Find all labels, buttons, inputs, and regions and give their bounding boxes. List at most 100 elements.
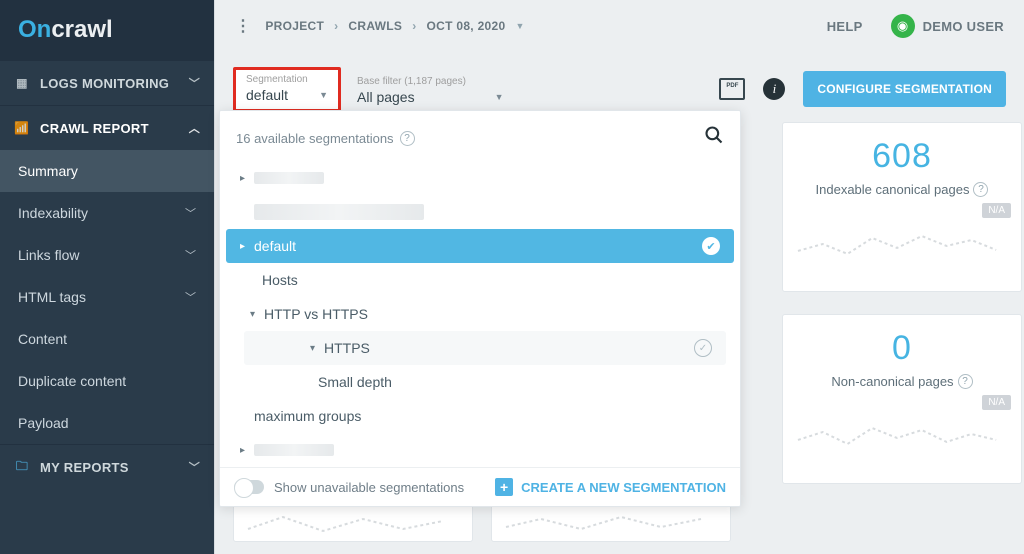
sidebar-item-html-tags[interactable]: HTML tags ﹀: [0, 276, 214, 318]
caret-down-icon: ▼: [319, 90, 328, 100]
topbar: ⋮ PROJECT › CRAWLS › OCT 08, 2020 ▼ HELP…: [215, 0, 1024, 52]
calendar-icon: ▦: [14, 76, 30, 90]
plus-icon: +: [495, 478, 513, 496]
avatar-icon: ◉: [891, 14, 915, 38]
user-menu[interactable]: ◉ DEMO USER: [891, 14, 1004, 38]
help-link[interactable]: HELP: [827, 19, 863, 34]
sidebar-section-crawl-report[interactable]: 📶 CRAWL REPORT ︿: [0, 105, 214, 150]
segmentation-item-label: maximum groups: [254, 408, 361, 424]
chevron-down-icon: ﹀: [185, 289, 196, 305]
bars-icon: 📶: [14, 121, 30, 135]
segmentation-item-maximum-groups[interactable]: maximum groups: [226, 399, 734, 433]
sidebar-section-label: LOGS MONITORING: [40, 76, 189, 91]
sidebar-item-summary[interactable]: Summary: [0, 150, 214, 192]
card-indexable-canonical[interactable]: 608 Indexable canonical pages ? N/A: [782, 122, 1022, 292]
segmentation-label: Segmentation: [246, 74, 328, 85]
segmentation-item-label: Small depth: [318, 374, 392, 390]
breadcrumb-date[interactable]: OCT 08, 2020: [426, 19, 505, 33]
segmentation-item-blurred[interactable]: ▸: [226, 433, 734, 467]
expand-icon: ▸: [240, 241, 254, 252]
sidebar-section-label: CRAWL REPORT: [40, 121, 189, 136]
selected-check-icon: ✔: [702, 237, 720, 255]
chevron-down-icon: ﹀: [185, 205, 196, 221]
show-unavailable-toggle[interactable]: [234, 480, 264, 494]
help-icon[interactable]: ?: [973, 182, 988, 197]
collapse-icon: ▾: [250, 309, 264, 320]
pdf-export-icon[interactable]: [719, 78, 745, 100]
sidebar-section-logs-monitoring[interactable]: ▦ LOGS MONITORING ﹀: [0, 60, 214, 105]
segmentation-item-label: HTTP vs HTTPS: [264, 306, 368, 322]
chevron-down-icon: ﹀: [189, 75, 200, 91]
base-filter-label: Base filter (1,187 pages): [357, 76, 504, 87]
sidebar-item-label: HTML tags: [18, 289, 86, 305]
topbar-right: HELP ◉ DEMO USER: [827, 14, 1004, 38]
sidebar-item-label: Indexability: [18, 205, 88, 221]
base-filter-value: All pages: [357, 89, 415, 105]
sidebar-item-content[interactable]: Content: [0, 318, 214, 360]
segmentation-dropdown-panel: 16 available segmentations ? ▸ ▸ default…: [219, 110, 741, 507]
create-segmentation-link[interactable]: + CREATE A NEW SEGMENTATION: [495, 478, 726, 496]
sidebar-section-label: MY REPORTS: [40, 460, 189, 475]
sidebar-item-label: Summary: [18, 163, 78, 179]
segmentation-item-label: HTTPS: [324, 340, 370, 356]
sidebar-item-label: Duplicate content: [18, 373, 126, 389]
main-content: ⋮ PROJECT › CRAWLS › OCT 08, 2020 ▼ HELP…: [214, 0, 1024, 554]
breadcrumb: ⋮ PROJECT › CRAWLS › OCT 08, 2020 ▼: [235, 16, 525, 36]
sidebar-item-label: Content: [18, 331, 67, 347]
card-value: 608: [872, 137, 932, 176]
segmentation-item-label: default: [254, 238, 296, 254]
sparkline-chart: [793, 418, 1011, 452]
sidebar-item-label: Payload: [18, 415, 69, 431]
content-area: Segmentation default ▼ Base filter (1,18…: [215, 52, 1024, 554]
sidebar-item-label: Links flow: [18, 247, 79, 263]
segmentation-item-default[interactable]: ▸ default ✔: [226, 229, 734, 263]
sparkline-chart: [793, 226, 1011, 260]
expand-icon: ▸: [240, 173, 254, 184]
card-hidden: [233, 502, 473, 542]
sidebar-item-duplicate-content[interactable]: Duplicate content: [0, 360, 214, 402]
breadcrumb-crawls[interactable]: CRAWLS: [348, 19, 402, 33]
card-non-canonical[interactable]: 0 Non-canonical pages ? N/A: [782, 314, 1022, 484]
na-badge: N/A: [982, 203, 1011, 218]
sidebar-item-payload[interactable]: Payload: [0, 402, 214, 444]
card-title: Indexable canonical pages: [816, 182, 970, 197]
breadcrumb-project[interactable]: PROJECT: [265, 19, 324, 33]
logo[interactable]: Oncrawl: [0, 0, 214, 60]
base-filter-selector[interactable]: Base filter (1,187 pages) All pages ▼: [351, 74, 504, 105]
card-title: Non-canonical pages: [831, 374, 953, 389]
segmentation-item-https[interactable]: ▾HTTPS✓: [244, 331, 726, 365]
expand-icon: ▸: [240, 445, 254, 456]
segmentation-item-label: Hosts: [262, 272, 298, 288]
na-badge: N/A: [982, 395, 1011, 410]
chevron-up-icon: ︿: [189, 120, 200, 136]
chevron-right-icon: ›: [334, 19, 338, 33]
folder-icon: 🗀: [14, 457, 30, 478]
caret-down-icon[interactable]: ▼: [515, 21, 524, 31]
create-segmentation-label: CREATE A NEW SEGMENTATION: [521, 480, 726, 495]
sidebar-item-links-flow[interactable]: Links flow ﹀: [0, 234, 214, 276]
segmentation-item-hosts[interactable]: Hosts: [226, 263, 734, 297]
segmentation-value: default: [246, 87, 288, 103]
chevron-down-icon: ﹀: [189, 459, 200, 475]
segmentation-item-http-vs-https[interactable]: ▾HTTP vs HTTPS: [226, 297, 734, 331]
kebab-menu-icon[interactable]: ⋮: [235, 16, 255, 36]
segmentation-selector[interactable]: Segmentation default ▼: [233, 67, 341, 112]
configure-segmentation-button[interactable]: CONFIGURE SEGMENTATION: [803, 71, 1006, 107]
sidebar-section-my-reports[interactable]: 🗀 MY REPORTS ﹀: [0, 444, 214, 489]
sidebar: Oncrawl ▦ LOGS MONITORING ﹀ 📶 CRAWL REPO…: [0, 0, 214, 554]
collapse-icon: ▾: [310, 343, 324, 354]
caret-down-icon: ▼: [495, 92, 504, 102]
search-icon[interactable]: [704, 125, 724, 151]
segmentation-item-small-depth[interactable]: Small depth: [226, 365, 734, 399]
segmentation-count-label: 16 available segmentations: [236, 131, 394, 146]
logo-part2: crawl: [51, 16, 112, 44]
logo-part1: On: [18, 16, 51, 44]
help-icon[interactable]: ?: [400, 131, 415, 146]
sidebar-item-indexability[interactable]: Indexability ﹀: [0, 192, 214, 234]
chevron-down-icon: ﹀: [185, 247, 196, 263]
show-unavailable-label: Show unavailable segmentations: [274, 480, 464, 495]
segmentation-item-blurred[interactable]: [226, 195, 734, 229]
info-icon[interactable]: i: [763, 78, 785, 100]
help-icon[interactable]: ?: [958, 374, 973, 389]
segmentation-item-blurred[interactable]: ▸: [226, 161, 734, 195]
